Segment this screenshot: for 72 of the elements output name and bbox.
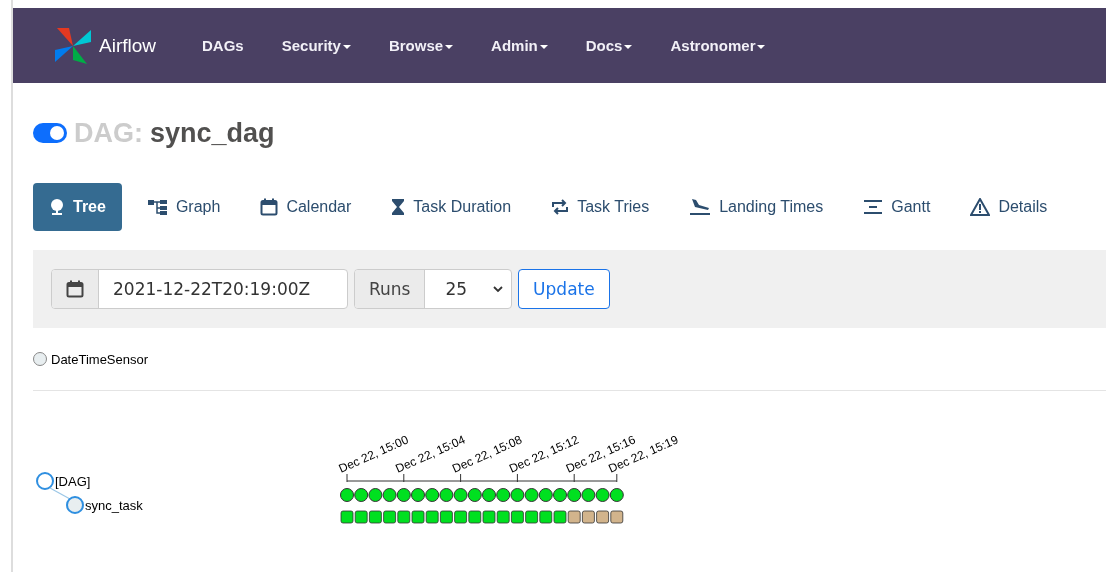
task-instance-status[interactable] [440, 510, 453, 524]
task-instance-status[interactable] [482, 510, 496, 524]
dag-run-status[interactable] [382, 488, 397, 502]
dag-toggle[interactable] [33, 123, 67, 143]
dag-name: sync_dag [150, 117, 275, 149]
view-tab[interactable]: Tree [33, 183, 122, 231]
dag-run-status[interactable] [496, 488, 511, 502]
view-tab[interactable]: Task Duration [377, 183, 526, 231]
nav-menu-item[interactable]: Browse [388, 37, 454, 54]
view-tab[interactable]: Gantt [849, 183, 945, 231]
tree-node-icon[interactable] [66, 496, 84, 514]
brand-name[interactable]: Airflow [99, 34, 156, 57]
task-instance-status[interactable] [610, 510, 624, 524]
dag-run-status[interactable] [368, 488, 383, 502]
task-instance-status[interactable] [539, 510, 553, 524]
task-instance-status[interactable] [454, 510, 467, 524]
dag-run-status[interactable] [510, 488, 525, 502]
bars-icon [863, 199, 884, 215]
view-tab[interactable]: Task Tries [537, 183, 664, 231]
dag-run-status[interactable] [453, 488, 468, 502]
view-tab[interactable]: Graph [133, 183, 235, 231]
dag-run-status[interactable] [340, 488, 354, 502]
task-instance-status[interactable] [511, 510, 524, 524]
task-instance-status[interactable] [397, 510, 411, 524]
dag-run-status[interactable] [567, 488, 582, 502]
task-instance-status[interactable] [354, 510, 368, 524]
dag-run-status[interactable] [482, 488, 496, 502]
task-instance-status[interactable] [496, 510, 510, 524]
nav-menu-item[interactable]: Security [281, 37, 351, 54]
nav-menu-item[interactable]: DAGs [202, 37, 244, 54]
view-tab[interactable]: Details [956, 183, 1062, 231]
dag-run-status[interactable] [595, 488, 610, 502]
task-instance-status[interactable] [582, 510, 595, 524]
tree-node-label[interactable]: sync_task [85, 498, 143, 513]
task-instance-status[interactable] [411, 510, 425, 524]
dag-run-status[interactable] [609, 488, 624, 502]
nav-menu-item[interactable]: Admin [491, 37, 548, 54]
task-instance-status[interactable] [596, 510, 609, 524]
dag-run-status[interactable] [425, 488, 440, 502]
task-instance-status[interactable] [468, 510, 482, 524]
view-tab[interactable]: Landing Times [675, 183, 838, 231]
nav-menu-item[interactable]: Docs [585, 37, 633, 54]
warning-icon [970, 198, 991, 216]
task-instance-status[interactable] [525, 510, 538, 524]
task-instance-status[interactable] [425, 510, 439, 524]
dag-run-status[interactable] [354, 488, 369, 502]
dag-run-status[interactable] [396, 488, 411, 502]
dag-run-status[interactable] [581, 488, 596, 502]
dag-run-status[interactable] [439, 488, 454, 502]
dag-run-status[interactable] [524, 488, 539, 502]
airplane-landing-icon [689, 198, 712, 216]
hourglass-icon [391, 198, 406, 216]
graph-icon [147, 199, 168, 215]
repeat-icon [551, 198, 570, 216]
task-instance-status[interactable] [369, 510, 382, 524]
nav-menu-item[interactable]: Astronomer [670, 37, 766, 54]
legend-label: DateTimeSensor [51, 351, 149, 367]
task-instance-status[interactable] [383, 510, 396, 524]
task-instance-status[interactable] [567, 510, 581, 524]
task-instance-status[interactable] [340, 510, 354, 524]
tree-edge [49, 487, 71, 500]
tree-node-label[interactable]: [DAG] [55, 474, 91, 489]
tree-icon [49, 198, 65, 216]
dag-run-status[interactable] [411, 488, 425, 502]
dag-run-status[interactable] [538, 488, 553, 502]
update-button[interactable]: Update [518, 269, 610, 309]
tree-node-icon[interactable] [36, 472, 54, 490]
view-tab[interactable]: Calendar [246, 183, 366, 231]
calendar-icon [260, 198, 279, 216]
task-instance-status[interactable] [553, 510, 567, 524]
dag-run-status[interactable] [467, 488, 482, 502]
dag-run-status[interactable] [553, 488, 567, 502]
